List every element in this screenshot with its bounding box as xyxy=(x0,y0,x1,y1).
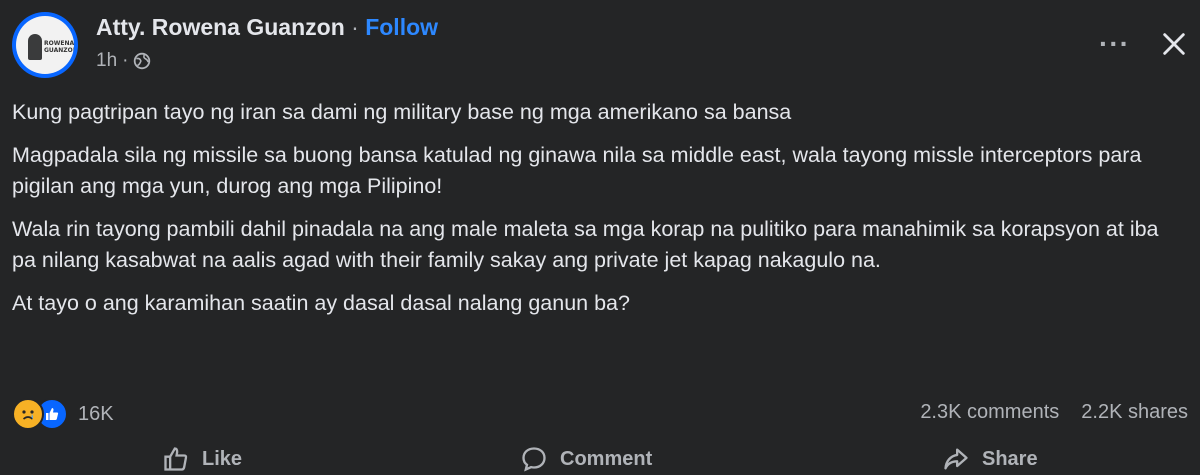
share-icon xyxy=(944,448,968,470)
reactions-summary[interactable]: 16K xyxy=(12,398,114,430)
follow-button[interactable]: Follow xyxy=(365,14,438,40)
post-paragraph: Magpadala sila ng missile sa buong bansa… xyxy=(12,143,1142,198)
comments-count[interactable]: 2.3K comments xyxy=(920,401,1059,424)
author-row: Atty. Rowena Guanzon · Follow xyxy=(96,14,438,41)
share-label: Share xyxy=(982,447,1038,470)
sad-face-icon xyxy=(12,398,44,430)
comment-button[interactable]: Comment xyxy=(520,445,652,473)
meta-separator: · xyxy=(122,50,129,71)
reactions-count: 16K xyxy=(78,402,114,425)
post-header: ROWENAGUANZON Atty. Rowena Guanzon · Fol… xyxy=(12,12,1188,82)
post-stats: 16K 2.3K comments 2.2K shares xyxy=(12,398,1188,432)
avatar-image: ROWENAGUANZON xyxy=(16,16,74,74)
close-icon[interactable] xyxy=(1160,30,1188,58)
separator-dot: · xyxy=(344,14,366,40)
avatar-logo: ROWENAGUANZON xyxy=(44,40,74,54)
post-paragraph: At tayo o ang karamihan saatin ay dasal … xyxy=(12,291,630,315)
avatar-person-silhouette xyxy=(28,34,42,60)
author-name[interactable]: Atty. Rowena Guanzon xyxy=(96,14,345,40)
post-paragraph: Wala rin tayong pambili dahil pinadala n… xyxy=(12,217,1159,272)
post-actions: Like Comment Share xyxy=(12,445,1188,475)
engagement-counts: 2.3K comments 2.2K shares xyxy=(920,401,1188,424)
like-label: Like xyxy=(202,447,243,470)
avatar[interactable]: ROWENAGUANZON xyxy=(12,12,78,78)
comment-icon xyxy=(522,447,546,472)
comment-label: Comment xyxy=(560,447,653,470)
shares-count[interactable]: 2.2K shares xyxy=(1081,401,1188,424)
like-outline-icon xyxy=(164,447,188,471)
share-button[interactable]: Share xyxy=(942,445,1038,473)
post-meta: 1h · xyxy=(96,50,151,72)
like-button[interactable]: Like xyxy=(162,445,242,473)
post-body: Kung pagtripan tayo ng iran sa dami ng m… xyxy=(12,97,1188,331)
post-time[interactable]: 1h xyxy=(96,50,117,72)
post-paragraph: Kung pagtripan tayo ng iran sa dami ng m… xyxy=(12,100,792,124)
header-actions: ··· xyxy=(1099,30,1188,58)
more-options-icon[interactable]: ··· xyxy=(1099,30,1130,58)
globe-icon xyxy=(134,52,151,70)
